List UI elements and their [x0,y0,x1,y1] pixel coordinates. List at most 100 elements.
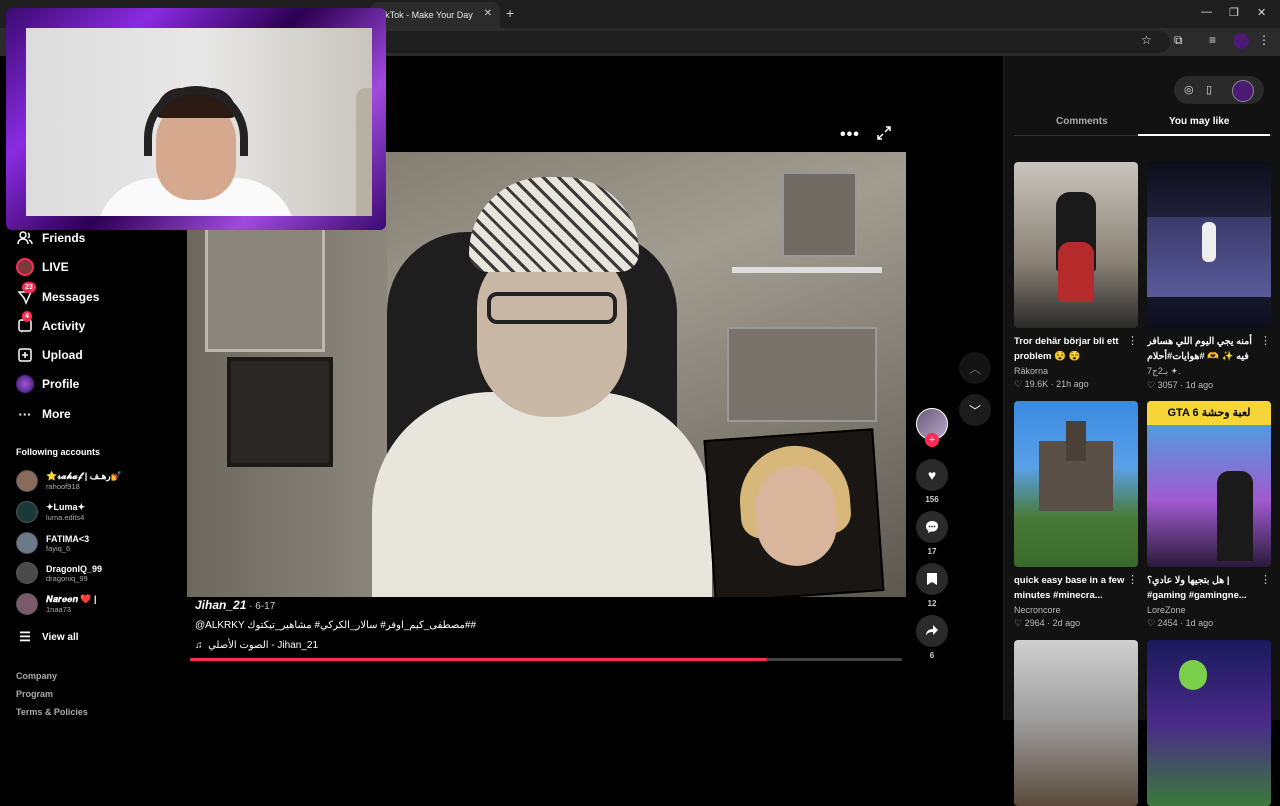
video-inset-clip [703,428,885,597]
music-title: الصوت الأصلي - Jihan_21 [208,640,319,651]
url-bar[interactable] [380,31,1170,53]
following-item[interactable]: ⭐𝓻𝓪𝓱𝓪𝓯 | رهـف💅 rahoof918 [16,470,122,492]
bookmark-icon[interactable] [916,563,948,595]
card-time: 1d ago [1185,380,1214,390]
video-thumbnail[interactable]: GTA 6 لعبة وحشة [1147,401,1271,567]
compass-icon[interactable]: ◎ [1184,83,1194,96]
video-thumbnail[interactable] [1147,640,1271,806]
following-item[interactable]: DragonIQ_99 dragoniq_99 [16,562,102,584]
card-more-icon[interactable]: ⋮ [1127,334,1138,347]
sidebar-item-profile[interactable]: Profile [16,375,79,393]
sidebar-label-friends: Friends [42,231,86,245]
sidebar-label-activity: Activity [42,319,86,333]
next-video-button[interactable]: ﹀ [959,394,991,426]
view-all-label: View all [42,631,79,643]
media-controls-icon[interactable]: ≡ [1209,33,1216,47]
card-more-icon[interactable]: ⋮ [1260,573,1271,586]
new-tab-button[interactable]: + [506,5,514,21]
video-caption: @ALKRKY مصطفى_كيم_اوفر# سالار_الكركي# مش… [195,620,477,631]
cam-background-door [356,88,372,216]
comment-action[interactable]: 17 [914,511,950,556]
following-item[interactable]: 𝑵𝒂𝒓𝒆𝒆𝒏 ❤️ | 1naa73 [16,593,97,615]
video-more-button[interactable]: ••• [840,126,860,144]
thumbnail-banner: GTA 6 لعبة وحشة [1147,401,1271,425]
following-item[interactable]: FATIMA<3 fayiq_6 [16,532,89,554]
video-thumbnail[interactable] [1014,401,1138,567]
card-meta: ♡ 2964 · 2d ago [1014,618,1081,628]
heart-icon[interactable]: ♥ [916,459,948,491]
video-card[interactable]: GTA 6 لعبة وحشة هل بتجيها ولا عادي؟ | #g… [1147,401,1271,629]
video-plaque-frame-dark [227,357,333,467]
like-action[interactable]: ♥ 156 [914,459,950,504]
share-action[interactable]: 6 [914,615,950,660]
panel-tabs: Comments You may like [1014,112,1272,136]
card-title: quick easy base in a few minutes #minecr… [1014,575,1125,601]
video-card[interactable]: أمنه يجي اليوم اللي هسافر فيه ✨ 🫶 #هوايا… [1147,162,1271,391]
video-silver-plaque-2 [727,327,877,422]
extensions-icon[interactable]: ⧉ [1174,33,1183,48]
tab-comments[interactable]: Comments [1056,116,1108,127]
following-item[interactable]: ✦Luma✦ luma.edits4 [16,501,85,523]
video-card[interactable]: quick easy base in a few minutes #minecr… [1014,401,1138,629]
comment-icon[interactable] [916,511,948,543]
save-action[interactable]: 12 [914,563,950,608]
video-person-face [477,247,627,417]
list-icon: ☰ [19,629,31,644]
upload-icon [16,346,34,364]
thumbnail-label-arabic: لعبة وحشة [1201,407,1251,419]
sidebar-label-live: LIVE [42,260,69,274]
share-icon[interactable] [916,615,948,647]
maximize-icon[interactable]: ❐ [1229,6,1239,19]
sidebar-item-friends[interactable]: Friends [16,229,85,247]
video-author[interactable]: Jihan_21 · 6-17 [195,598,275,612]
phone-icon[interactable]: ▯ [1206,83,1212,96]
video-thumbnail[interactable] [1014,162,1138,328]
browser-tab[interactable]: TikTok - Make Your Day ✕ [370,2,500,28]
card-more-icon[interactable]: ⋮ [1127,573,1138,586]
footer-link-terms[interactable]: Terms & Policies [16,707,88,717]
avatar [16,532,38,554]
browser-profile-avatar[interactable] [1233,33,1249,49]
video-author-name: Jihan_21 [195,598,247,612]
sidebar-item-live[interactable]: LIVE [16,258,69,276]
video-thumbnail[interactable] [1147,162,1271,328]
avatar [16,562,38,584]
follow-plus-icon[interactable]: + [925,433,939,447]
video-progress-bar[interactable] [190,658,902,661]
bookmark-star-icon[interactable]: ☆ [1141,33,1152,47]
following-name: FATIMA<3 [46,533,90,544]
save-count: 12 [927,599,937,608]
sidebar-item-activity[interactable]: 4 Activity [16,311,86,335]
video-music[interactable]: ♫ الصوت الأصلي - Jihan_21 [195,640,318,651]
minimize-icon[interactable]: — [1201,6,1212,18]
sidebar-item-upload[interactable]: Upload [16,346,83,364]
avatar [16,593,38,615]
video-person-keffiyeh [469,177,639,272]
video-thumbnail[interactable] [1014,640,1138,806]
tab-close-icon[interactable]: ✕ [484,8,492,19]
share-count: 6 [929,651,935,660]
video-person-body [372,392,712,597]
card-title: أمنه يجي اليوم اللي هسافر فيه ✨ 🫶 #هوايا… [1147,336,1252,362]
chrome-menu-icon[interactable]: ⋮ [1258,33,1270,47]
following-name: 𝑵𝒂𝒓𝒆𝒆𝒏 ❤️ | [46,594,97,604]
video-card[interactable] [1147,640,1271,806]
previous-video-button[interactable]: ︿ [959,352,991,384]
view-all-link[interactable]: ☰ View all [16,628,79,646]
live-icon [16,258,34,276]
footer-link-program[interactable]: Program [16,689,53,699]
user-avatar[interactable] [1232,80,1254,102]
sidebar-item-more[interactable]: ··· More [16,405,71,423]
footer-link-company[interactable]: Company [16,671,57,681]
card-more-icon[interactable]: ⋮ [1260,334,1271,347]
video-card[interactable]: Tror dehär börjar bli ett problem 😵 😵 Rä… [1014,162,1138,390]
sidebar-label-upload: Upload [42,348,83,362]
avatar [16,501,38,523]
tab-you-may-like[interactable]: You may like [1169,116,1229,127]
video-card[interactable] [1014,640,1138,806]
card-likes: 2454 [1157,618,1178,628]
close-window-icon[interactable]: ✕ [1257,6,1266,19]
fullscreen-icon[interactable] [877,126,891,140]
sidebar-item-messages[interactable]: 23 Messages [16,282,99,306]
cam-headphones [144,86,248,156]
